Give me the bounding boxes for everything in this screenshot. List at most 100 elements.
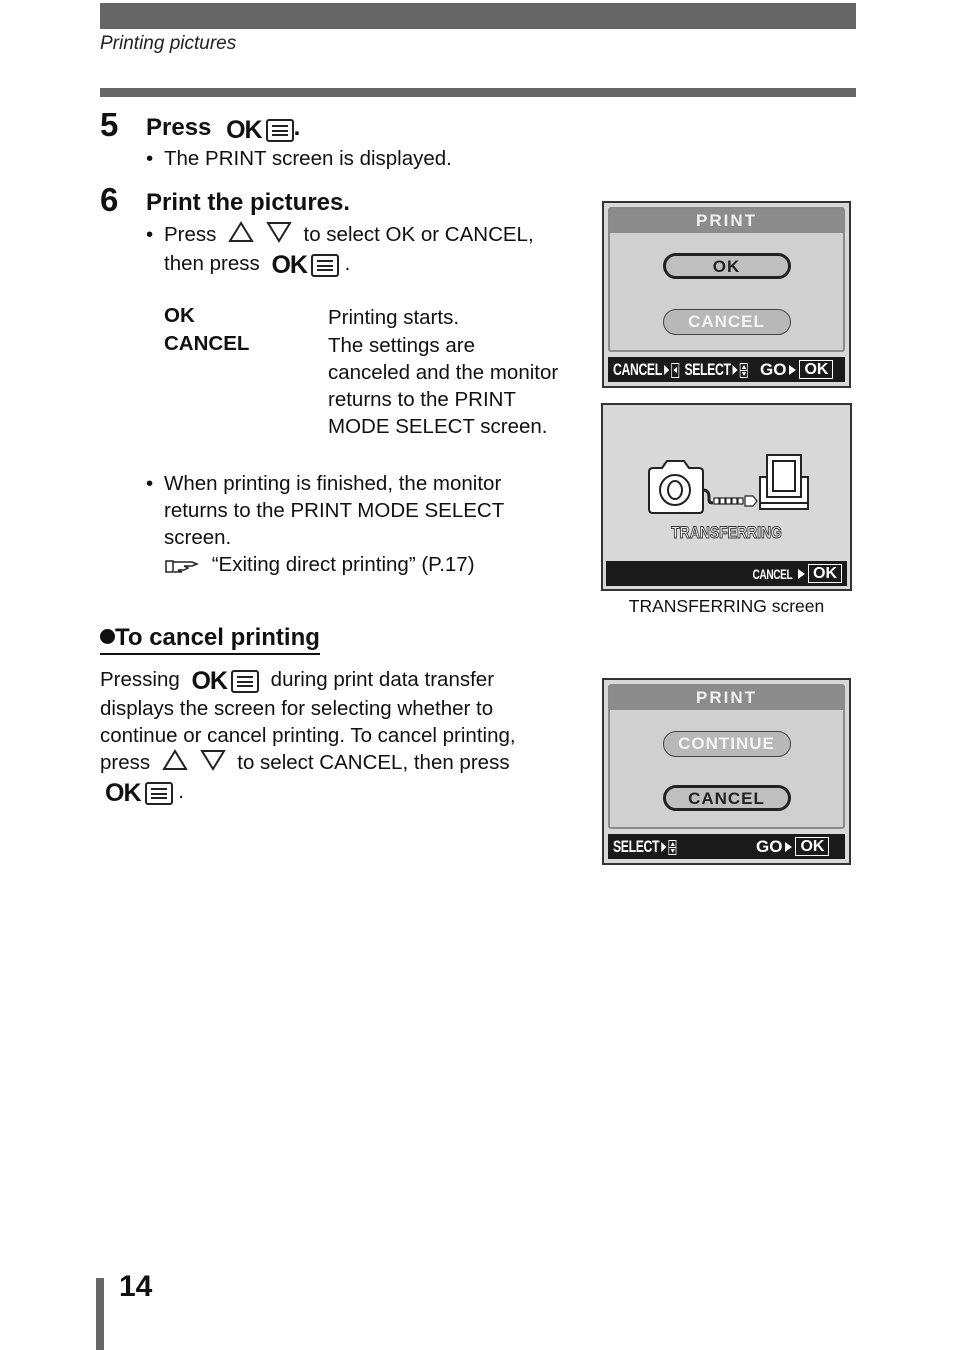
arrow-right-icon <box>798 568 805 579</box>
camera-icon <box>648 460 704 514</box>
arrow-right-icon <box>789 364 797 375</box>
step-5-heading: Press OK . <box>146 114 300 145</box>
def-desc-cancel: The settings are canceled and the monito… <box>328 332 558 440</box>
page-number: 14 <box>119 1270 153 1303</box>
pointing-hand-icon <box>165 560 200 573</box>
def-desc-line: Printing starts. <box>328 306 460 329</box>
section-title: Printing pictures <box>100 33 237 54</box>
bullet-dot: • <box>146 223 154 246</box>
body-text: displays the screen for selecting whethe… <box>100 697 494 720</box>
footer-go-label: GO <box>756 836 783 856</box>
step-5-number: 5 <box>100 106 119 143</box>
ok-button-icon: OK <box>105 780 173 807</box>
arrow-right-icon <box>661 841 667 852</box>
menu-icon <box>265 119 294 142</box>
body-text: Pressing <box>100 668 180 691</box>
body-text: to select CANCEL, then press <box>237 751 510 774</box>
bullet-dot: • <box>146 147 154 170</box>
reference-link[interactable]: “Exiting direct printing” (P.17) <box>146 551 504 578</box>
up-arrow-icon <box>162 749 188 770</box>
def-desc-ok: Printing starts. <box>328 304 459 331</box>
ok-button-icon: OK <box>271 252 339 279</box>
reference-text[interactable]: “Exiting direct printing” (P.17) <box>212 553 475 576</box>
left-key-icon <box>671 363 680 379</box>
header-rule <box>100 88 856 97</box>
arrow-right-icon <box>664 364 670 375</box>
bullet-text: screen. <box>164 526 232 549</box>
body-text: continue or cancel printing. To cancel p… <box>100 724 516 747</box>
option-ok[interactable]: OK <box>662 253 791 279</box>
transferring-screen: TRANSFERRING CANCEL OK <box>601 403 852 591</box>
option-continue[interactable]: CONTINUE <box>662 731 791 757</box>
bullet-dot: • <box>146 472 154 495</box>
printer-icon <box>759 454 809 510</box>
step-6-bullet-1: • Press to select OK or CANCEL, then pres… <box>146 221 586 279</box>
ok-label: OK <box>226 116 262 144</box>
arrow-right-icon <box>732 364 738 375</box>
footer-cancel-label: CANCEL <box>752 565 792 582</box>
transfer-dots <box>713 495 758 507</box>
bullet-text: When printing is finished, the monitor <box>164 472 502 495</box>
def-term-cancel: CANCEL <box>164 332 250 355</box>
transferring-footer: CANCEL OK <box>606 561 847 586</box>
step-5-heading-text: Press <box>146 114 212 141</box>
up-down-key-icon <box>668 840 677 856</box>
footer-go-label: GO <box>760 359 787 379</box>
def-desc-line: returns to the PRINT <box>328 388 516 411</box>
def-term-ok: OK <box>164 304 195 327</box>
footer-cancel-label: CANCEL <box>613 359 662 379</box>
footer-ok-key: OK <box>808 564 842 583</box>
menu-icon <box>230 670 259 693</box>
footer-select-label: SELECT <box>613 836 660 856</box>
step-5-bullet: • The PRINT screen is displayed. <box>146 145 452 172</box>
menu-icon <box>144 782 173 805</box>
def-desc-line: canceled and the monitor <box>328 361 559 384</box>
print-continue-screen: PRINT CONTINUE CANCEL SELECT GO OK <box>602 678 851 865</box>
cancel-section-body: Pressing OK during print data transfer d… <box>100 666 580 807</box>
bullet-text: Press <box>164 223 217 246</box>
option-cancel[interactable]: CANCEL <box>662 309 791 335</box>
footer-go: GO OK <box>756 836 830 857</box>
page-number-bar <box>96 1278 104 1350</box>
print-screen-title: PRINT <box>610 209 843 233</box>
body-text: . <box>178 780 184 803</box>
transferring-status: TRANSFERRING <box>671 523 783 543</box>
step-5-bullet-text: The PRINT screen is displayed. <box>164 147 452 170</box>
menu-icon <box>310 254 339 277</box>
footer-hints: CANCEL SELECT <box>613 360 748 380</box>
footer-go: GO OK <box>760 359 834 380</box>
option-cancel[interactable]: CANCEL <box>662 785 791 811</box>
bullet-text: to select OK or CANCEL, <box>303 223 534 246</box>
footer-ok-key: OK <box>795 837 830 856</box>
step-6-number: 6 <box>100 181 119 218</box>
bullet-text: then press <box>164 252 260 275</box>
ok-button-icon: OK <box>191 668 259 695</box>
body-text: press <box>100 751 151 774</box>
ok-label: OK <box>105 779 141 807</box>
ok-label: OK <box>191 667 227 695</box>
down-arrow-icon <box>199 750 226 771</box>
header-bar <box>100 3 856 29</box>
cancel-section-heading: To cancel printing <box>100 624 320 655</box>
footer-select-label: SELECT <box>684 359 731 379</box>
print-screen: PRINT OK CANCEL CANCEL SELECT GO OK <box>602 201 851 388</box>
bullet-text: returns to the PRINT MODE SELECT <box>164 499 505 522</box>
transferring-caption: TRANSFERRING screen <box>628 596 825 616</box>
ok-button-icon: OK <box>226 116 294 145</box>
step-6-heading: Print the pictures. <box>146 189 351 216</box>
step-6-bullet-2: • When printing is finished, the monitor … <box>146 470 504 578</box>
print-continue-title: PRINT <box>610 686 843 710</box>
print-continue-panel: PRINT CONTINUE CANCEL <box>608 684 845 829</box>
up-down-key-icon <box>739 363 748 379</box>
bullet-circle-icon <box>100 629 115 644</box>
print-continue-footer: SELECT GO OK <box>608 834 845 859</box>
body-text: during print data transfer <box>270 668 495 691</box>
down-arrow-icon <box>266 222 292 243</box>
footer-ok-key: OK <box>799 360 834 379</box>
def-desc-line: The settings are <box>328 334 475 357</box>
print-screen-panel: PRINT OK CANCEL <box>608 207 845 352</box>
cancel-heading-text: To cancel printing <box>115 624 320 651</box>
bullet-text: . <box>344 252 351 275</box>
arrow-right-icon <box>785 841 793 852</box>
print-screen-footer: CANCEL SELECT GO OK <box>608 357 845 382</box>
